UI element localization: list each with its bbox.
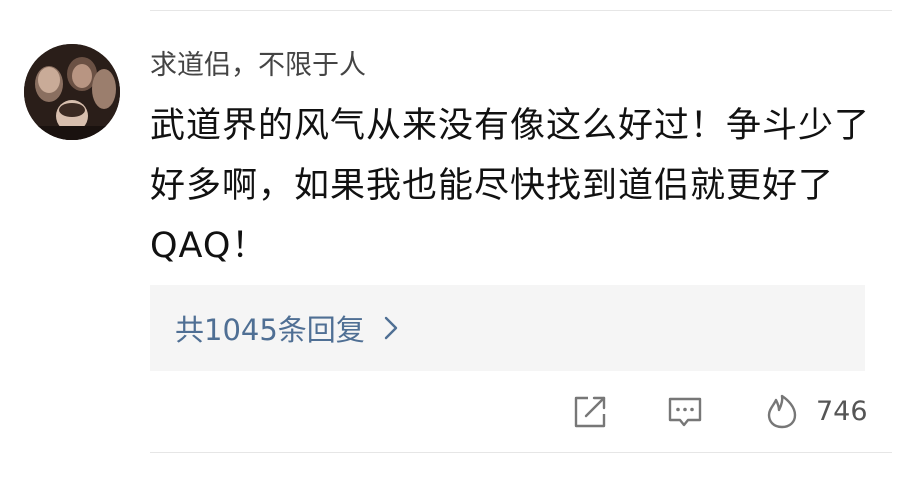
comment-icon[interactable] [667, 394, 703, 430]
username[interactable]: 求道侣，不限于人 [150, 48, 366, 84]
top-divider [150, 10, 892, 11]
replies-label: 共1045条回复 [175, 313, 365, 347]
action-bar: 746 [0, 390, 900, 434]
share-icon[interactable] [572, 394, 608, 430]
avatar-image [24, 44, 120, 140]
replies-button[interactable]: 共1045条回复 [150, 285, 865, 371]
like-icon[interactable] [764, 394, 800, 430]
chevron-right-icon [383, 315, 399, 341]
like-count: 746 [816, 396, 868, 427]
bottom-divider [150, 452, 892, 453]
comment-text: 武道界的风气从来没有像这么好过！争斗少了好多啊，如果我也能尽快找到道侣就更好了Q… [150, 106, 871, 266]
avatar[interactable] [24, 44, 120, 140]
